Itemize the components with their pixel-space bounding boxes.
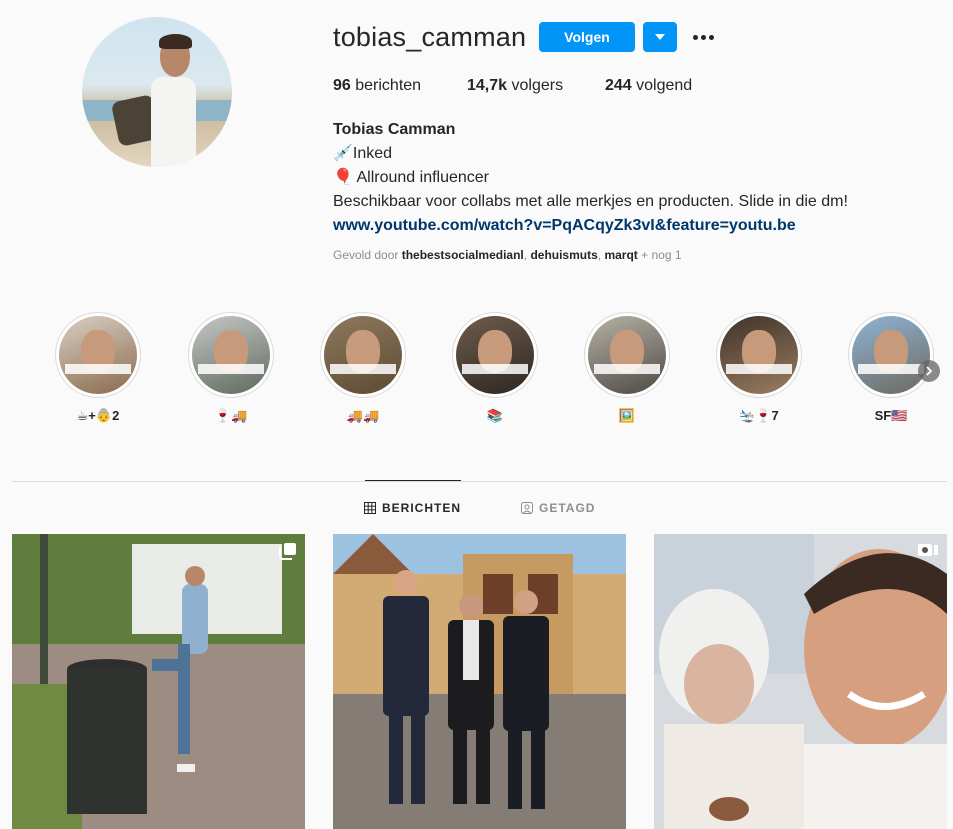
highlight-ring: [848, 312, 934, 398]
posts-count: 96: [333, 77, 351, 94]
stat-followers[interactable]: 14,7k volgers: [467, 77, 563, 95]
story-highlight[interactable]: ☕+👵2: [55, 312, 141, 424]
followers-label: volgers: [511, 77, 564, 94]
highlight-ring: [188, 312, 274, 398]
posts-label: berichten: [355, 77, 422, 94]
highlight-ring: [584, 312, 670, 398]
chevron-right-icon: [926, 366, 933, 376]
highlight-thumbnail: [59, 316, 137, 394]
highlight-thumbnail: [852, 316, 930, 394]
tab-posts[interactable]: BERICHTEN: [364, 501, 461, 515]
post-image-three-men-suits: [333, 534, 626, 829]
tabs-divider: [12, 481, 947, 482]
more-dot-icon: [708, 34, 714, 40]
more-dot-icon: [692, 34, 698, 40]
highlight-ring: [320, 312, 406, 398]
avatar-hair: [158, 33, 192, 49]
story-highlight[interactable]: 📚: [452, 312, 538, 424]
profile-bio: Tobias Camman 💉Inked 🎈 Allround influenc…: [333, 118, 913, 238]
highlight-thumbnail: [192, 316, 270, 394]
highlight-thumbnail: [720, 316, 798, 394]
tab-posts-label: BERICHTEN: [382, 501, 462, 515]
followed-by-prefix: Gevold door: [333, 248, 399, 262]
profile-full-name: Tobias Camman: [333, 121, 456, 138]
story-highlight[interactable]: 🚚🚚: [320, 312, 406, 424]
tab-tagged[interactable]: GETAGD: [521, 501, 595, 515]
highlight-caption: [594, 364, 660, 374]
highlight-label: ☕+👵2: [76, 408, 120, 423]
story-highlight[interactable]: 🍷🚚: [188, 312, 274, 424]
stat-following[interactable]: 244 volgend: [605, 77, 692, 95]
profile-username: tobias_camman: [333, 22, 527, 52]
highlight-label: 📚: [486, 408, 504, 423]
highlight-label: SF🇺🇸: [874, 408, 908, 423]
video-icon: [917, 542, 939, 563]
highlight-label: 🍷🚚: [214, 408, 248, 423]
post-thumbnail[interactable]: [333, 534, 626, 829]
bio-line-2: 🎈 Allround influencer: [333, 169, 490, 186]
highlight-ring: [452, 312, 538, 398]
post-thumbnail[interactable]: [12, 534, 305, 829]
highlight-label: 🛬🍷7: [739, 408, 779, 423]
bio-line-3: Beschikbaar voor collabs met alle merkje…: [333, 193, 848, 210]
avatar-person-body: [151, 77, 196, 167]
highlight-caption: [330, 364, 396, 374]
highlight-caption: [462, 364, 528, 374]
highlight-caption: [65, 364, 131, 374]
follow-button[interactable]: Volgen: [539, 22, 635, 52]
story-highlight[interactable]: 🛬🍷7: [716, 312, 802, 424]
tab-tagged-label: GETAGD: [539, 501, 596, 515]
followed-by-account[interactable]: marqt: [604, 248, 637, 262]
caret-down-icon: [655, 34, 665, 40]
highlights-next-button[interactable]: [918, 360, 940, 382]
following-count: 244: [605, 77, 632, 94]
followers-count: 14,7k: [467, 77, 508, 94]
highlight-thumbnail: [324, 316, 402, 394]
highlight-thumbnail: [456, 316, 534, 394]
bio-line-1: 💉Inked: [333, 145, 393, 162]
highlight-caption: [858, 364, 924, 374]
post-thumbnail[interactable]: [654, 534, 947, 829]
highlight-label: 🖼️: [618, 408, 636, 423]
followed-by-more[interactable]: + nog 1: [641, 248, 681, 262]
post-image-park: [12, 534, 305, 829]
followed-by: Gevold door thebestsocialmedianl, dehuis…: [333, 248, 682, 262]
tagged-user-icon: [521, 502, 533, 514]
stat-posts: 96 berichten: [333, 77, 421, 95]
highlight-ring: [55, 312, 141, 398]
highlight-caption: [198, 364, 264, 374]
post-image-selfie-with-woman: [654, 534, 947, 829]
followed-by-account[interactable]: thebestsocialmedianl: [402, 248, 524, 262]
grid-icon: [364, 502, 376, 514]
story-highlight[interactable]: 🖼️: [584, 312, 670, 424]
highlight-caption: [726, 364, 792, 374]
profile-avatar[interactable]: [82, 17, 232, 167]
highlight-label: 🚚🚚: [346, 408, 380, 423]
more-options-button[interactable]: [690, 26, 716, 48]
following-label: volgend: [636, 77, 693, 94]
more-dot-icon: [700, 34, 706, 40]
carousel-icon: [279, 542, 297, 565]
highlight-ring: [716, 312, 802, 398]
bio-link[interactable]: www.youtube.com/watch?v=PqACqyZk3vI&feat…: [333, 214, 913, 238]
highlight-thumbnail: [588, 316, 666, 394]
suggested-dropdown-button[interactable]: [643, 22, 677, 52]
active-tab-indicator: [365, 480, 461, 481]
followed-by-account[interactable]: dehuismuts: [530, 248, 597, 262]
